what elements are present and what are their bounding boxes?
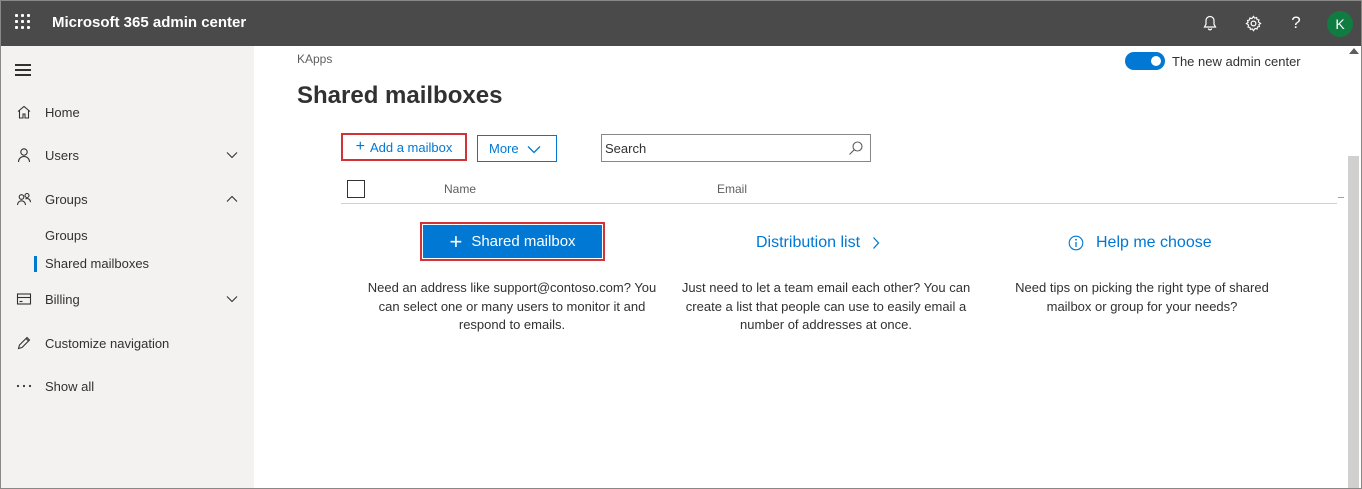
toggle-label: The new admin center [1172,53,1301,69]
vertical-scrollbar[interactable] [1347,46,1361,488]
chevron-up-icon [226,195,238,202]
sidebar-item-label: Customize navigation [45,335,170,351]
help-icon[interactable]: ? [1285,12,1307,34]
sidebar-item-label: Billing [45,291,80,307]
search-box[interactable] [601,134,871,162]
distribution-list-description: Just need to let a team email each other… [681,280,971,332]
sidebar-item-billing[interactable]: Billing [1,281,254,317]
sidebar-item-users[interactable]: Users [1,137,254,173]
user-icon [15,146,33,164]
pencil-icon [15,334,33,352]
sidebar-subitem-shared-mailboxes[interactable]: Shared mailboxes [45,256,149,271]
sidebar-item-show-all[interactable]: Show all [1,368,254,404]
groups-icon [15,190,33,208]
chevron-down-icon [226,296,238,303]
shared-mailbox-button[interactable]: + Shared mailbox [423,225,602,258]
distribution-list-label: Distribution list [756,234,861,251]
info-icon [1068,235,1084,251]
sidebar-item-customize-navigation[interactable]: Customize navigation [1,325,254,361]
sidebar-item-groups[interactable]: Groups [1,181,254,217]
avatar[interactable]: K [1327,11,1353,37]
sidebar-item-label: Home [45,104,80,120]
sidebar-item-label: Groups [45,191,88,207]
sidebar: Home Users Groups Groups Shared mailboxe… [1,46,254,488]
add-mailbox-button[interactable]: + Add a mailbox [341,133,467,161]
home-icon [15,103,33,121]
chevron-right-icon [873,237,880,249]
plus-icon: + [449,228,463,254]
help-me-choose-label: Help me choose [1096,234,1212,251]
sidebar-subitem-groups[interactable]: Groups [45,228,88,243]
scroll-up-arrow[interactable] [1349,48,1359,54]
divider [1338,197,1344,198]
search-input[interactable] [603,136,843,160]
distribution-list-link[interactable]: Distribution list [756,234,880,252]
shared-mailbox-button-highlight: + Shared mailbox [420,222,605,261]
column-header-name[interactable]: Name [444,182,476,196]
help-me-choose-link[interactable]: Help me choose [1068,234,1212,252]
select-all-checkbox[interactable] [347,180,365,198]
app-window: Microsoft 365 admin center ? K Home User… [0,0,1362,489]
help-me-choose-description: Need tips on picking the right type of s… [1015,280,1269,314]
more-label: More [489,141,519,156]
top-bar: Microsoft 365 admin center ? K [1,1,1361,46]
search-icon[interactable] [848,140,864,156]
selected-indicator [34,256,37,272]
column-header-email[interactable]: Email [717,182,747,196]
main-content: KApps The new admin center Shared mailbo… [254,46,1361,488]
sidebar-item-label: Show all [45,378,95,394]
chevron-down-icon [226,152,238,159]
table-header: Name Email [341,174,1337,204]
app-title[interactable]: Microsoft 365 admin center [52,14,246,31]
more-button[interactable]: More [477,135,557,162]
billing-icon [15,290,33,308]
chevron-down-icon [527,145,541,153]
more-icon [15,377,33,395]
add-mailbox-label: Add a mailbox [369,139,453,155]
toggle-switch[interactable] [1125,52,1165,70]
plus-icon: + [355,138,365,155]
gear-icon[interactable] [1242,12,1264,34]
shared-mailbox-label: Shared mailbox [471,233,576,250]
scroll-thumb[interactable] [1348,156,1359,488]
new-admin-center-toggle[interactable]: The new admin center [1125,52,1301,70]
page-title: Shared mailboxes [297,82,503,109]
app-launcher-icon[interactable] [15,14,31,30]
breadcrumb[interactable]: KApps [297,52,332,66]
sidebar-item-label: Users [45,147,79,163]
hamburger-icon[interactable] [15,64,31,76]
sidebar-item-home[interactable]: Home [1,94,254,130]
shared-mailbox-description: Need an address like support@contoso.com… [367,280,657,332]
bell-icon[interactable] [1199,12,1221,34]
